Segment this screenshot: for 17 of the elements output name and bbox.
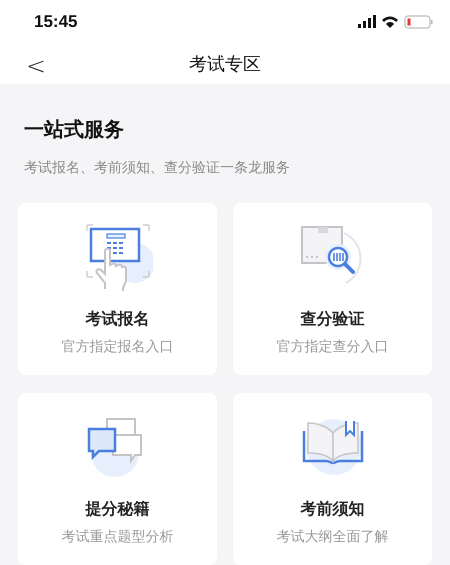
back-button[interactable]: < [20, 52, 52, 80]
card-subtitle: 官方指定报名入口 [62, 338, 174, 356]
service-card[interactable]: 提分秘籍 考试重点题型分析 [18, 393, 217, 565]
card-title: 提分秘籍 [86, 499, 150, 520]
card-subtitle: 考试重点题型分析 [62, 528, 174, 546]
card-subtitle: 考试大纲全面了解 [276, 528, 388, 546]
card-title: 考前须知 [300, 499, 364, 520]
service-card[interactable]: 考前须知 考试大纲全面了解 [233, 393, 432, 565]
section-title: 一站式服务 [24, 116, 125, 143]
page-title: 考试专区 [189, 52, 261, 76]
card-title: 考试报名 [86, 309, 150, 330]
card-title: 查分验证 [300, 309, 364, 330]
service-card[interactable]: 考试报名 官方指定报名入口 [18, 203, 217, 375]
status-time: 15:45 [34, 12, 78, 32]
service-card[interactable]: 查分验证 官方指定查分入口 [233, 203, 432, 375]
card-subtitle: 官方指定查分入口 [276, 338, 388, 356]
section-subtitle: 考试报名、考前须知、查分验证一条龙服务 [24, 159, 291, 177]
